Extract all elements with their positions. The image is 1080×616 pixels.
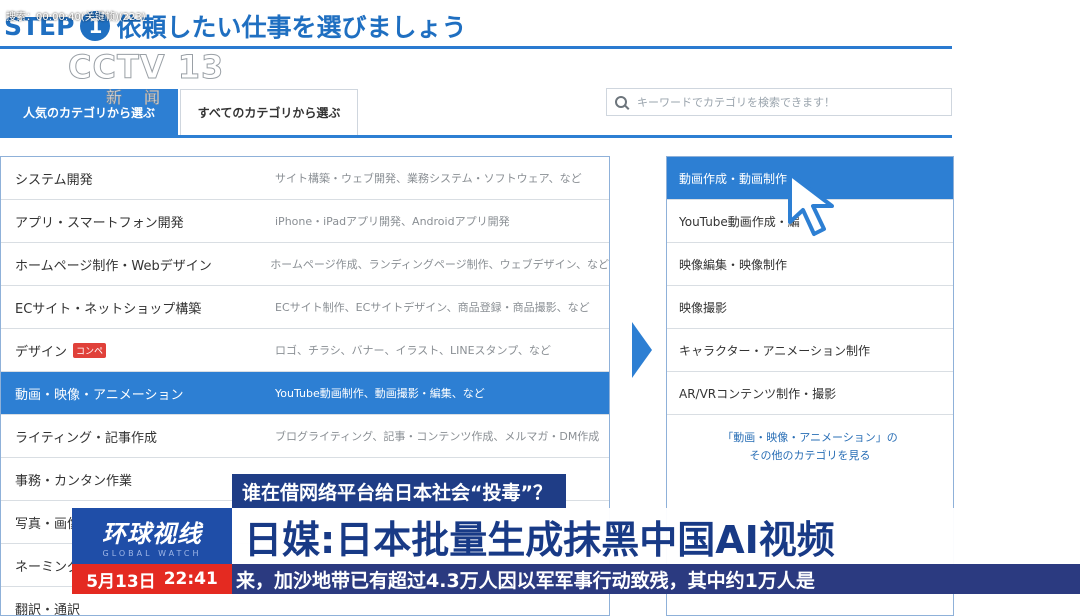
subcategory-row[interactable]: AR/VRコンテンツ制作・撮影 xyxy=(667,372,953,415)
arrow-right-icon xyxy=(632,322,652,378)
more-categories-line1: 「動画・映像・アニメーション」の xyxy=(667,429,953,447)
category-row-system[interactable]: システム開発 サイト構築・ウェブ開発、業務システム・ソフトウェア、など xyxy=(1,157,609,200)
headline-main: 日媒:日本批量生成抹黑中国AI视频 xyxy=(232,508,1080,564)
category-desc: サイト構築・ウェブ開発、業務システム・ソフトウェア、など xyxy=(275,170,582,186)
channel-sub-label: 新闻 xyxy=(106,84,182,108)
mouse-pointer-icon xyxy=(786,170,850,240)
category-name: 翻訳・通訳 xyxy=(1,599,275,616)
category-name: ホームページ制作・Webデザイン xyxy=(1,255,270,274)
page-title: 依頼したい仕事を選びましょう xyxy=(116,8,466,44)
search-icon xyxy=(615,96,627,108)
headline-question: 谁在借网络平台给日本社会“投毒”？ xyxy=(232,474,566,508)
category-desc: ホームページ作成、ランディングページ制作、ウェブデザイン、など xyxy=(270,256,609,272)
tabs-divider xyxy=(0,135,952,138)
program-name: 环球视线 xyxy=(102,514,202,549)
date-time-box: 5月13日 22:41 xyxy=(72,564,232,594)
search-timecode: 搜索：00:00:40(关键帧)(223) xyxy=(6,8,146,23)
competition-badge: コンペ xyxy=(73,343,106,358)
category-name: アプリ・スマートフォン開発 xyxy=(1,212,275,231)
category-row-video[interactable]: 動画・映像・アニメーション YouTube動画制作、動画撮影・編集、など xyxy=(1,372,609,415)
more-categories-link[interactable]: 「動画・映像・アニメーション」の その他のカテゴリを見る xyxy=(667,415,953,465)
category-name: ECサイト・ネットショップ構築 xyxy=(1,298,275,317)
category-desc: YouTube動画制作、動画撮影・編集、など xyxy=(275,385,485,401)
more-categories-line2: その他のカテゴリを見る xyxy=(667,447,953,465)
channel-logo: CCTV 13 xyxy=(68,48,224,86)
category-desc: ブログライティング、記事・コンテンツ作成、メルマガ・DM作成 xyxy=(275,428,599,444)
subcategory-row[interactable]: キャラクター・アニメーション制作 xyxy=(667,329,953,372)
category-row-ec[interactable]: ECサイト・ネットショップ構築 ECサイト制作、ECサイトデザイン、商品登録・商… xyxy=(1,286,609,329)
category-row-writing[interactable]: ライティング・記事作成 ブログライティング、記事・コンテンツ作成、メルマガ・DM… xyxy=(1,415,609,458)
category-search-input[interactable]: キーワードでカテゴリを検索できます！ xyxy=(606,88,952,116)
subcategory-row[interactable]: 映像編集・映像制作 xyxy=(667,243,953,286)
category-desc: ECサイト制作、ECサイトデザイン、商品登録・商品撮影、など xyxy=(275,299,590,315)
program-english-name: GLOBAL WATCH xyxy=(103,549,202,558)
news-ticker: 来，加沙地带已有超过4.3万人因以军军事行动致残，其中约1万人是 xyxy=(232,564,1080,594)
category-row-design[interactable]: デザイン コンペ ロゴ、チラシ、バナー、イラスト、LINEスタンプ、など xyxy=(1,329,609,372)
broadcast-date: 5月13日 xyxy=(86,567,156,592)
category-desc: ロゴ、チラシ、バナー、イラスト、LINEスタンプ、など xyxy=(275,342,551,358)
category-row-web[interactable]: ホームページ制作・Webデザイン ホームページ作成、ランディングページ制作、ウェ… xyxy=(1,243,609,286)
tab-label: すべてのカテゴリから選ぶ xyxy=(198,104,341,121)
tab-all-categories[interactable]: すべてのカテゴリから選ぶ xyxy=(180,89,358,135)
category-desc: iPhone・iPadアプリ開発、Androidアプリ開発 xyxy=(275,213,510,229)
category-row-app[interactable]: アプリ・スマートフォン開発 iPhone・iPadアプリ開発、Androidアプ… xyxy=(1,200,609,243)
search-placeholder: キーワードでカテゴリを検索できます！ xyxy=(637,94,835,110)
program-logo: 环球视线 GLOBAL WATCH xyxy=(72,508,232,564)
category-name: 動画・映像・アニメーション xyxy=(1,384,275,403)
category-name-text: デザイン xyxy=(15,341,67,360)
category-name: システム開発 xyxy=(1,169,275,188)
broadcast-time: 22:41 xyxy=(164,569,218,589)
category-name: ライティング・記事作成 xyxy=(1,427,275,446)
subcategory-row[interactable]: 映像撮影 xyxy=(667,286,953,329)
category-name: デザイン コンペ xyxy=(1,341,275,360)
